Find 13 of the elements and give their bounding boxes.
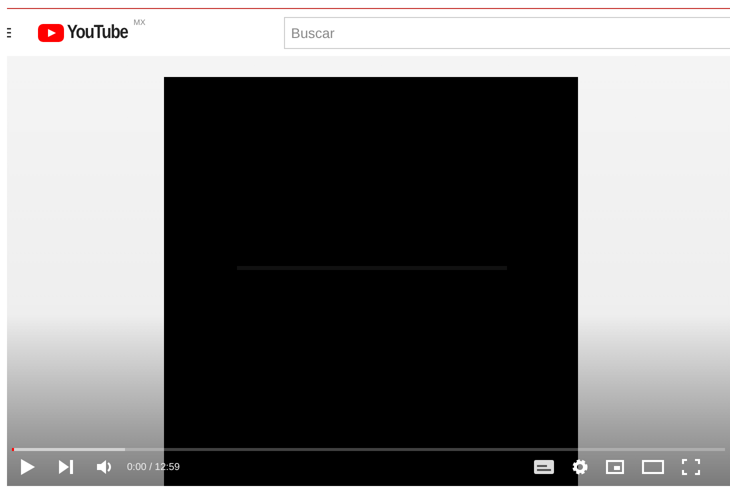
play-logo-icon bbox=[38, 24, 64, 42]
theater-mode-icon[interactable] bbox=[642, 460, 664, 474]
subtitles-icon[interactable] bbox=[534, 460, 554, 474]
settings-icon[interactable] bbox=[572, 459, 588, 475]
play-icon[interactable] bbox=[21, 459, 35, 475]
miniplayer-icon[interactable] bbox=[606, 460, 624, 474]
fullscreen-icon[interactable] bbox=[682, 459, 700, 475]
logo-text[interactable]: YouTube bbox=[67, 22, 128, 44]
search-field[interactable]: Buscar bbox=[284, 16, 730, 48]
next-icon[interactable] bbox=[59, 460, 73, 474]
volume-icon[interactable] bbox=[97, 460, 113, 474]
country-code: MX bbox=[133, 18, 146, 26]
menu-icon[interactable] bbox=[7, 28, 11, 38]
